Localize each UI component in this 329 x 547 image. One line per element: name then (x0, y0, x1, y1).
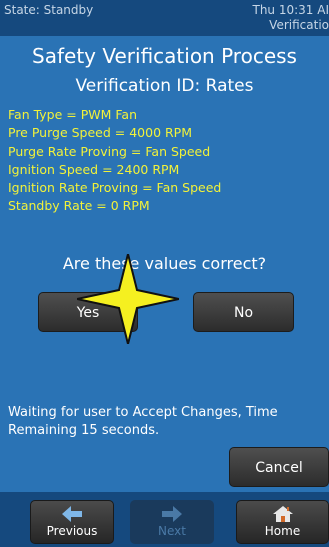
status-time: Thu 10:31 AI (252, 3, 329, 17)
status-state: State: Standby (4, 3, 94, 17)
previous-button[interactable]: Previous (30, 500, 114, 544)
nav-bar: Previous Next Home (0, 492, 329, 547)
status-mode: Verificatio (269, 18, 329, 32)
no-button[interactable]: No (193, 292, 294, 332)
star-marker-icon (77, 254, 179, 344)
value-item: Pre Purge Speed = 4000 RPM (8, 125, 193, 141)
previous-label: Previous (46, 524, 98, 538)
next-label: Next (158, 524, 186, 538)
value-item: Fan Type = PWM Fan (8, 107, 138, 122)
cancel-button[interactable]: Cancel (229, 447, 329, 487)
value-item: Standby Rate = 0 RPM (8, 198, 150, 214)
arrow-right-icon (162, 506, 182, 522)
status-bar: State: Standby Thu 10:31 AI Verificatio (0, 0, 329, 36)
value-item: Ignition Speed = 2400 RPM (8, 161, 180, 177)
value-item: Purge Rate Proving = Fan Speed (8, 143, 211, 159)
status-datetime: Thu 10:31 AI Verificatio (253, 3, 329, 33)
home-button[interactable]: Home (236, 500, 329, 544)
page-title: Safety Verification Process (32, 44, 297, 68)
next-button[interactable]: Next (130, 500, 214, 544)
home-label: Home (264, 524, 301, 538)
verification-id: Verification ID: Rates (75, 76, 254, 96)
home-icon (272, 506, 293, 522)
arrow-left-icon (62, 506, 82, 522)
wait-message: Waiting for user to Accept Changes, Time… (8, 405, 278, 438)
values-list: Fan Type = PWM Fan Pre Purge Speed = 400… (8, 106, 221, 216)
value-item: Ignition Rate Proving = Fan Speed (8, 180, 222, 196)
